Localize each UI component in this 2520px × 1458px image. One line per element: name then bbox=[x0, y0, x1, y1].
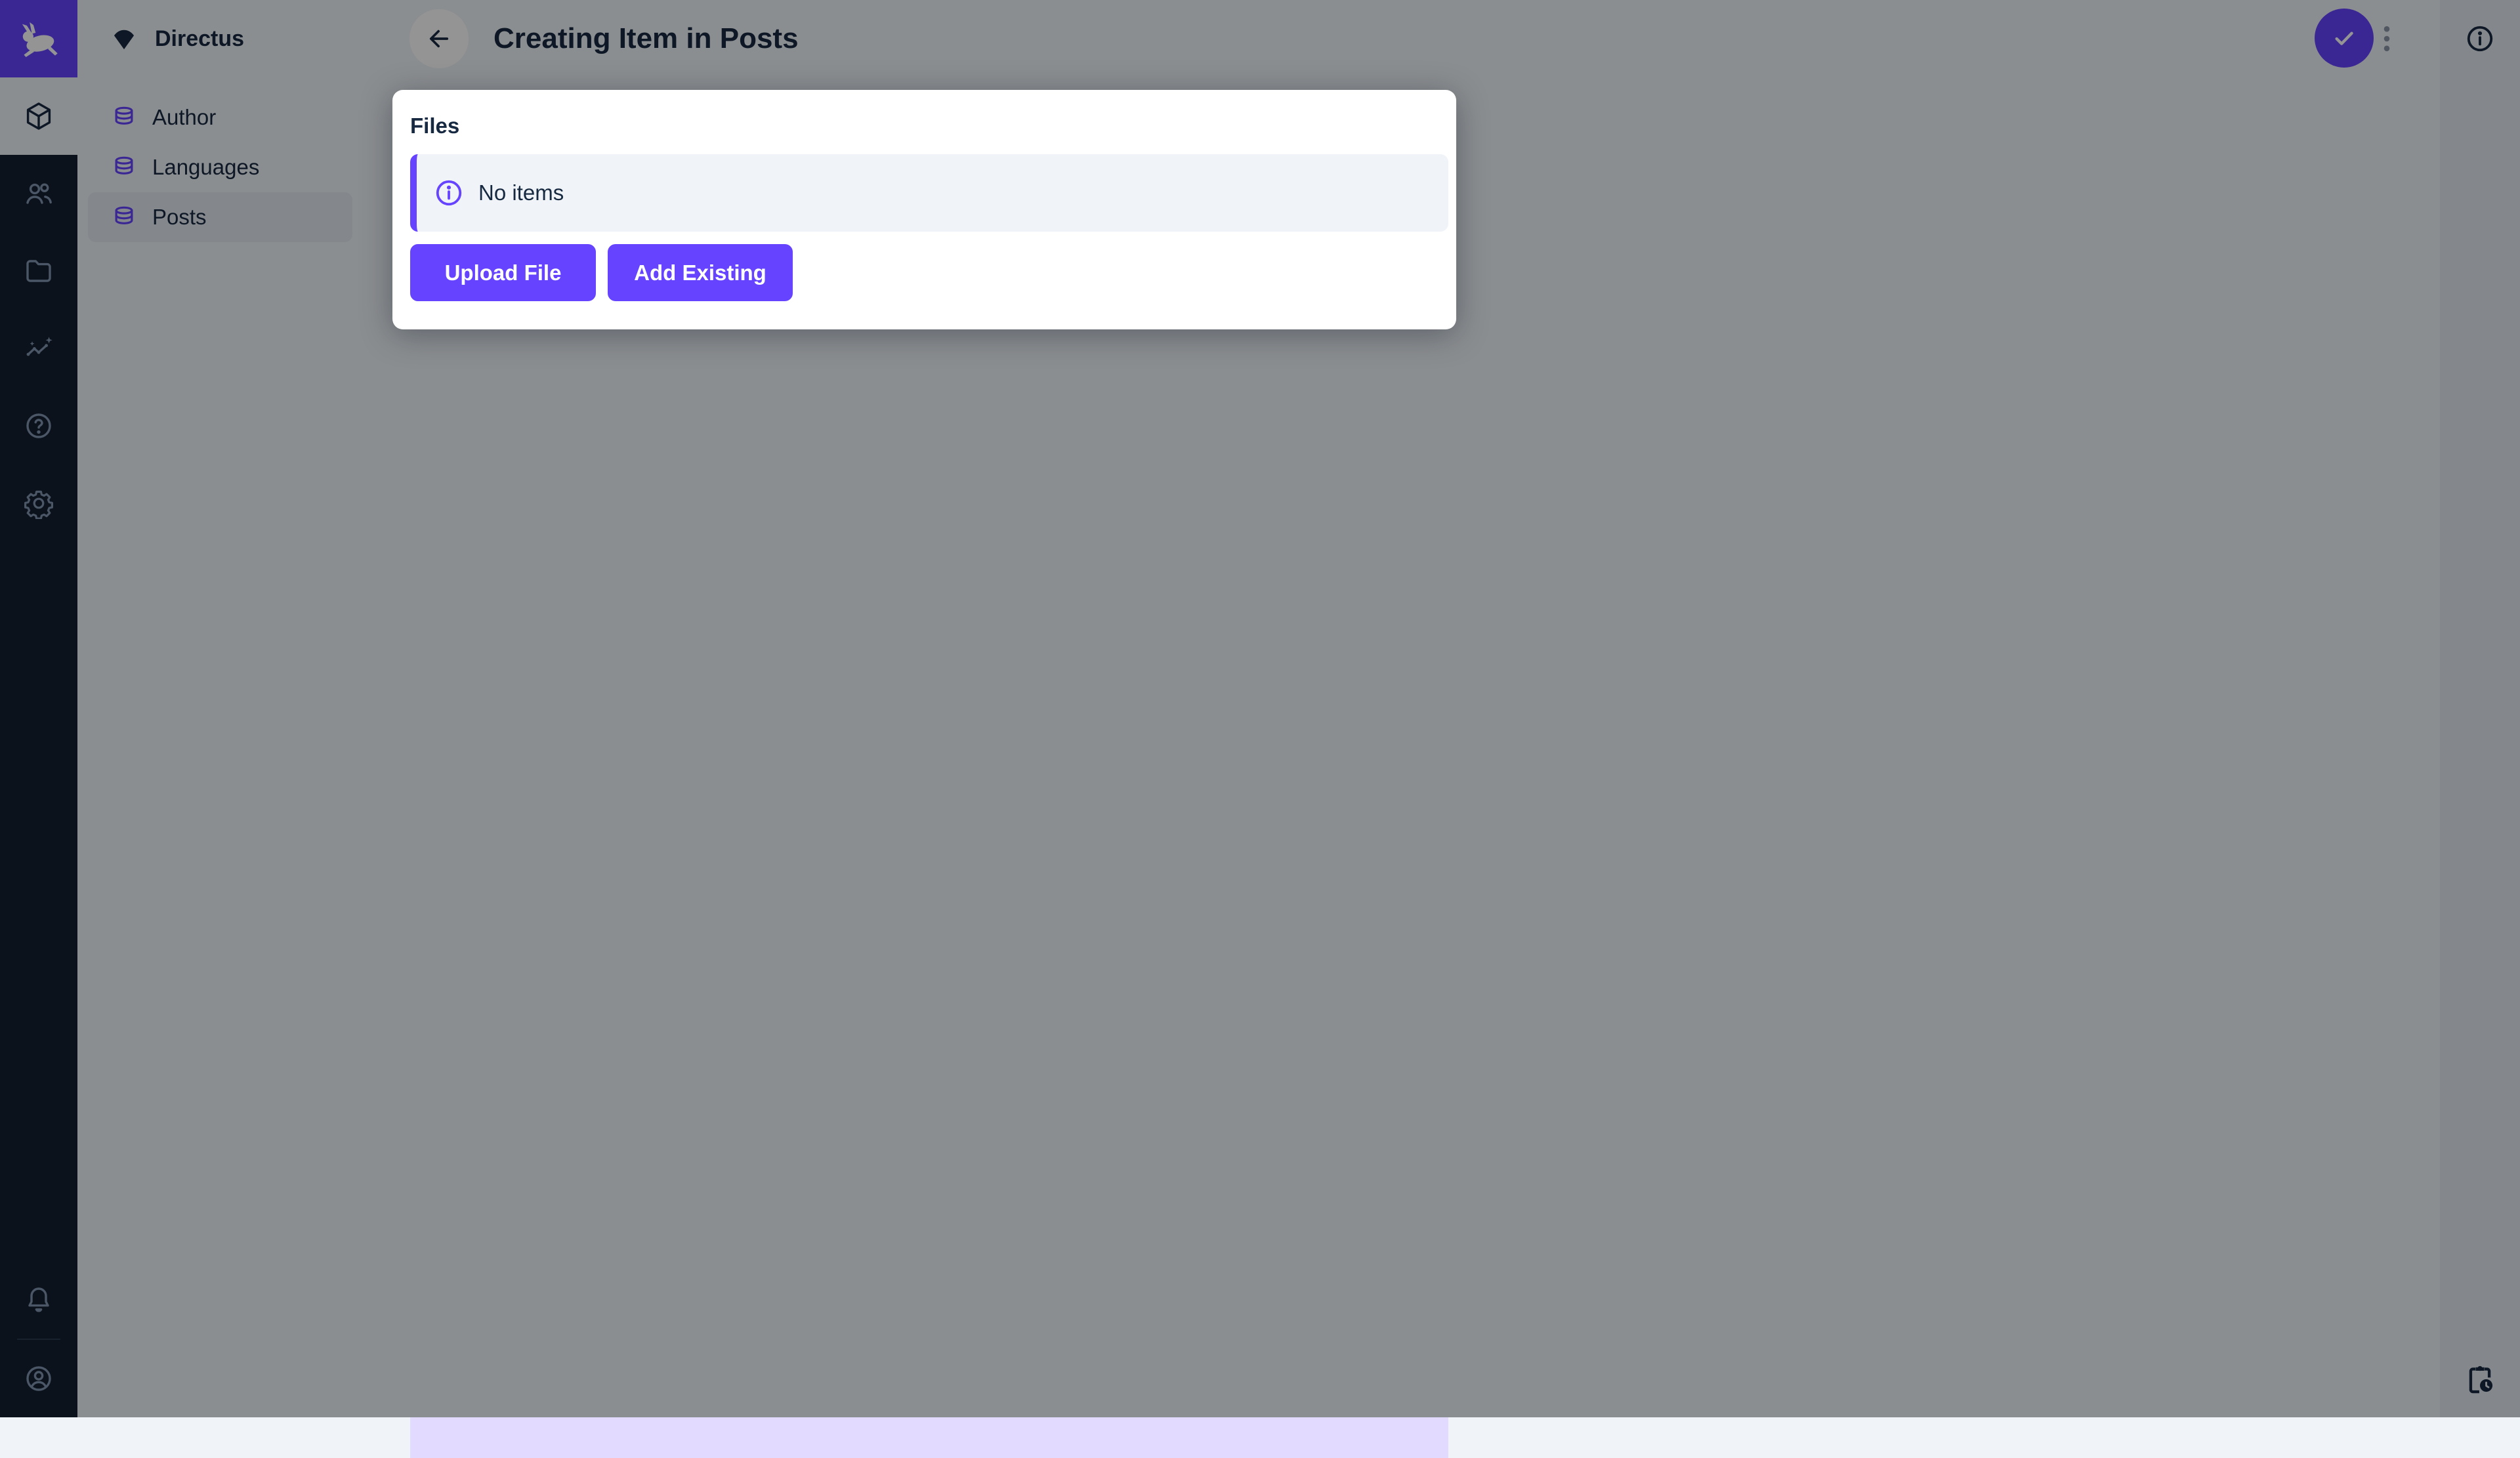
files-field-dialog: Files No items Upload File Add Existing bbox=[392, 90, 1456, 329]
field-label-files: Files bbox=[410, 114, 460, 138]
notice-text: No items bbox=[478, 180, 564, 205]
add-existing-button[interactable]: Add Existing bbox=[608, 244, 793, 301]
files-buttons: Upload File Add Existing bbox=[410, 244, 793, 301]
upload-file-button[interactable]: Upload File bbox=[410, 244, 596, 301]
info-icon bbox=[436, 180, 462, 206]
notice-files: No items bbox=[410, 154, 1448, 232]
